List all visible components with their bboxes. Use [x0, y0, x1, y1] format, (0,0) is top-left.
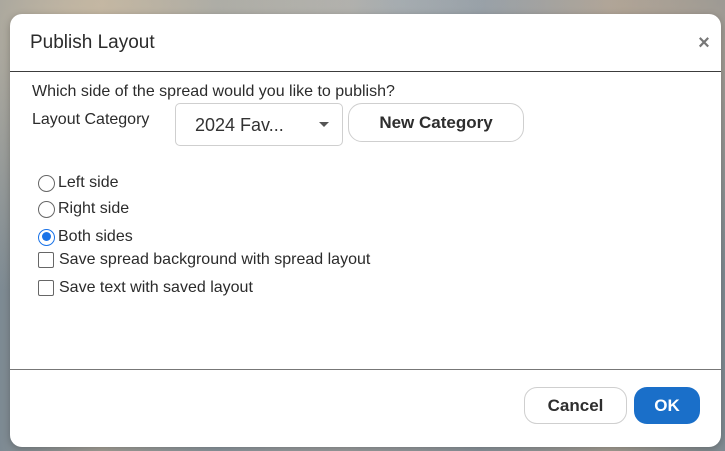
footer-divider [10, 369, 721, 370]
close-icon[interactable]: × [695, 33, 713, 53]
radio-button[interactable] [38, 200, 55, 218]
checkbox-save-text[interactable]: Save text with saved layout [38, 277, 253, 299]
radio-left-side[interactable]: Left side [38, 172, 118, 194]
radio-label: Left side [58, 174, 119, 191]
checkbox-label: Save spread background with spread layou… [59, 251, 371, 268]
layout-category-select[interactable]: 2024 Fav... [175, 103, 343, 146]
checkbox-save-background[interactable]: Save spread background with spread layou… [38, 249, 370, 271]
new-category-button[interactable]: New Category [348, 103, 524, 142]
dialog-header: Publish Layout × [10, 14, 721, 72]
checkbox[interactable] [38, 252, 54, 268]
radio-button[interactable] [38, 174, 55, 192]
radio-label: Right side [58, 200, 130, 217]
layout-category-value: 2024 Fav... [195, 115, 284, 135]
layout-category-label: Layout Category [32, 111, 150, 128]
chevron-down-icon [319, 122, 329, 127]
radio-button-selected[interactable] [38, 228, 55, 246]
publish-layout-dialog: Publish Layout × Which side of the sprea… [10, 14, 721, 447]
radio-label: Both sides [58, 228, 133, 245]
checkbox[interactable] [38, 280, 54, 296]
dialog-title: Publish Layout [30, 32, 155, 53]
radio-right-side[interactable]: Right side [38, 198, 129, 220]
publish-question: Which side of the spread would you like … [32, 83, 395, 100]
ok-button[interactable]: OK [634, 387, 700, 424]
checkbox-label: Save text with saved layout [59, 279, 253, 296]
cancel-button[interactable]: Cancel [524, 387, 627, 424]
radio-both-sides[interactable]: Both sides [38, 226, 133, 248]
